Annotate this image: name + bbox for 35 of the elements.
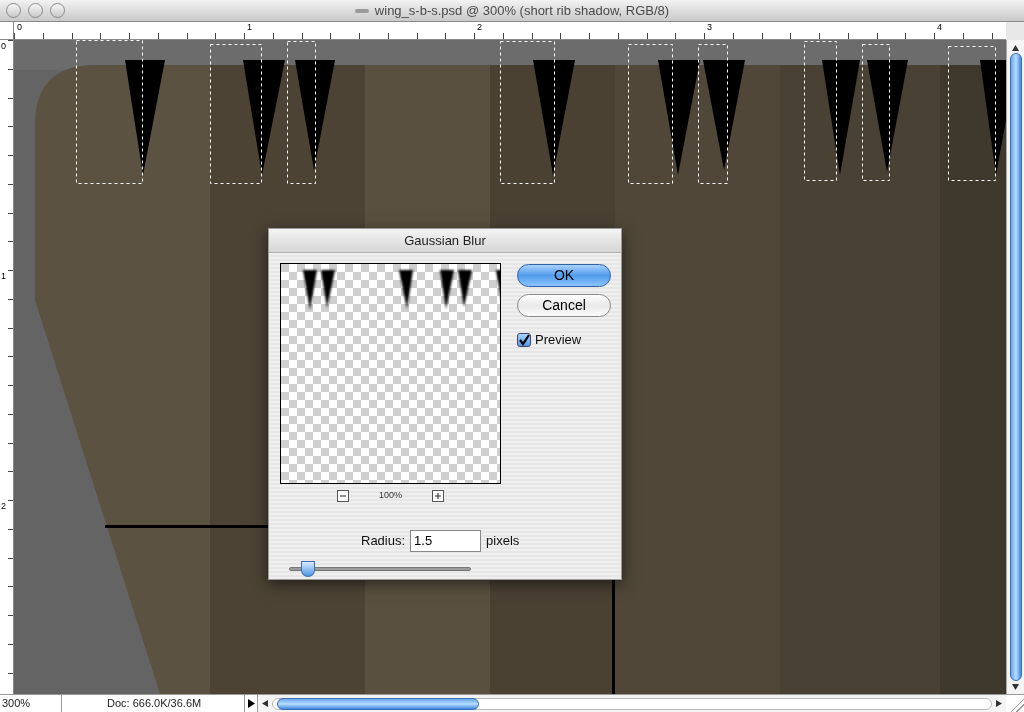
- radius-slider[interactable]: [289, 560, 471, 577]
- preview-zoom-level: 100%: [379, 489, 402, 502]
- zoom-out-button[interactable]: [337, 489, 349, 502]
- slider-thumb[interactable]: [300, 560, 315, 577]
- scrollbar-thumb[interactable]: [1009, 53, 1022, 681]
- play-triangle-icon: [247, 699, 255, 708]
- ruler-label: 1: [1, 271, 6, 282]
- document-size: Doc: 666.0K/36.6M: [106, 696, 203, 712]
- ruler-label: 3: [707, 22, 712, 33]
- zoom-in-button[interactable]: [432, 489, 444, 502]
- preview-checkbox[interactable]: [517, 332, 531, 347]
- ruler-label: 4: [937, 22, 942, 33]
- radius-label: Radius:: [361, 531, 406, 550]
- scroll-right-arrow-icon[interactable]: [996, 700, 1002, 707]
- window-title: wing_s-b-s.psd @ 300% (short rib shadow, RGB/8): [374, 2, 670, 21]
- ruler-label: 2: [477, 22, 482, 33]
- scroll-down-arrow-icon[interactable]: [1012, 684, 1019, 690]
- dialog-title: Gaussian Blur: [404, 231, 486, 250]
- ruler-label: 1: [247, 22, 252, 33]
- scroll-left-arrow-icon[interactable]: [262, 700, 268, 707]
- radius-field[interactable]: 1.5: [410, 529, 482, 552]
- scrollbar-thumb[interactable]: [277, 697, 479, 710]
- preview-label: Preview: [535, 331, 582, 349]
- document-proxy-icon: [354, 9, 369, 13]
- dialog-button[interactable]: Cancel: [517, 294, 611, 317]
- ruler-label: 0: [17, 22, 22, 33]
- ruler-label: 0: [1, 41, 6, 52]
- radius-unit: pixels: [486, 531, 520, 550]
- zoom-level[interactable]: 300%: [0, 695, 62, 712]
- plus-icon: [435, 492, 441, 499]
- default-button[interactable]: OK: [517, 264, 611, 287]
- horizontal-scrollbar[interactable]: [258, 695, 1006, 712]
- scroll-up-arrow-icon[interactable]: [1012, 45, 1019, 51]
- ruler-label: 2: [1, 501, 6, 512]
- vertical-scrollbar[interactable]: [1006, 40, 1024, 694]
